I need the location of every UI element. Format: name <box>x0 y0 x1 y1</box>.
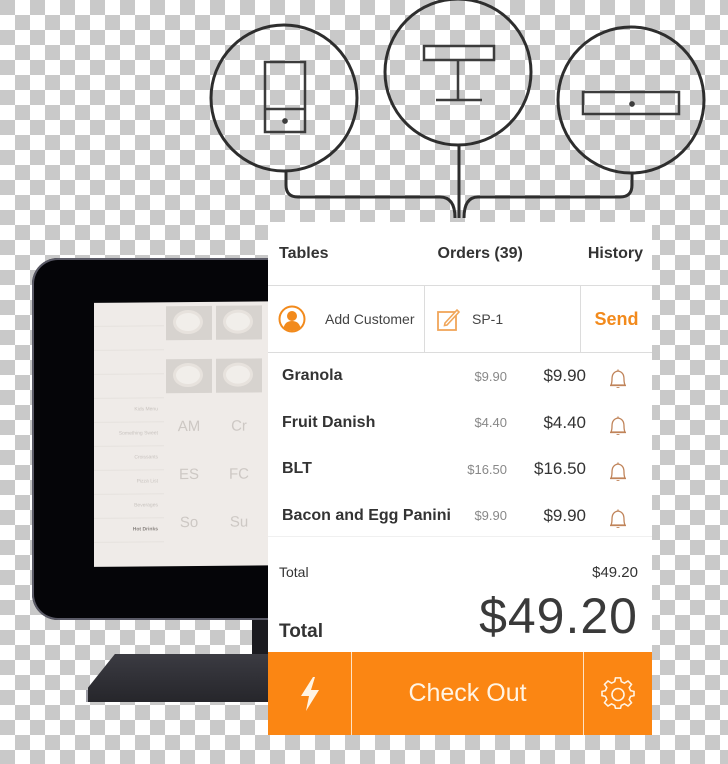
item-name: BLT <box>282 460 312 478</box>
bell-icon[interactable] <box>607 459 629 483</box>
settings-button[interactable] <box>584 652 652 735</box>
add-customer-button[interactable]: Add Customer <box>268 286 425 352</box>
tablet-stand-icon-circle <box>209 23 359 173</box>
item-unit-price: $4.40 <box>474 415 507 431</box>
category-item[interactable] <box>94 350 164 375</box>
order-reference-label: SP-1 <box>472 311 504 327</box>
product-tile[interactable]: Cr <box>216 411 262 459</box>
order-item-row[interactable]: BLT $16.50 $16.50 <box>268 446 652 493</box>
check-out-button[interactable]: Check Out <box>352 652 584 735</box>
user-icon <box>278 305 306 333</box>
product-tile[interactable]: FC <box>216 459 262 507</box>
quick-sale-button[interactable] <box>268 652 352 735</box>
top-nav: Tables Orders (39) History <box>268 222 652 286</box>
item-unit-price: $9.90 <box>474 368 507 384</box>
pos-order-panel: Tables Orders (39) History Add Customer … <box>268 222 652 652</box>
category-list: Kids Menu Something Sweet Croissants Piz… <box>94 302 164 567</box>
product-photo-tile[interactable] <box>166 358 212 394</box>
order-items-list: Granola $9.90 $9.90 Fruit Danish $4.40 $… <box>268 353 652 537</box>
edit-note-icon <box>437 308 461 331</box>
bell-icon[interactable] <box>607 366 629 390</box>
item-unit-price: $16.50 <box>467 461 507 477</box>
item-unit-price: $9.90 <box>474 508 507 524</box>
hardware-diagram <box>209 0 706 219</box>
item-name: Granola <box>282 367 343 385</box>
category-item[interactable]: Something Sweet <box>94 422 164 447</box>
tablet-stand-icon <box>263 60 307 134</box>
send-button[interactable]: Send <box>581 286 652 352</box>
table-terminal-icon <box>422 44 496 102</box>
category-item-active[interactable]: Hot Drinks <box>94 518 164 543</box>
product-tile[interactable]: ES <box>166 460 212 508</box>
bell-icon[interactable] <box>607 413 629 437</box>
order-item-row[interactable]: Granola $9.90 $9.90 <box>268 353 652 400</box>
grand-total-value: $49.20 <box>479 588 638 644</box>
order-totals: Total $49.20 Total $49.20 <box>268 537 652 652</box>
category-item[interactable]: Kids Menu <box>94 398 164 423</box>
category-item[interactable]: Beverages <box>94 494 164 519</box>
tab-tables[interactable]: Tables <box>279 245 329 263</box>
order-item-row[interactable]: Fruit Danish $4.40 $4.40 <box>268 400 652 447</box>
item-name: Bacon and Egg Panini <box>282 506 451 524</box>
product-photo-tile[interactable] <box>216 305 262 340</box>
item-name: Fruit Danish <box>282 413 376 431</box>
category-item[interactable]: Croissants <box>94 446 164 471</box>
category-item[interactable] <box>94 326 164 351</box>
bell-icon[interactable] <box>607 506 629 530</box>
order-reference-button[interactable]: SP-1 <box>425 286 581 352</box>
product-tile[interactable]: AM <box>166 412 212 460</box>
checkout-bar: Check Out <box>268 652 652 735</box>
subtotal-label: Total <box>279 564 309 580</box>
pos-monitor: Kids Menu Something Sweet Croissants Piz… <box>32 258 294 620</box>
category-item[interactable] <box>94 374 164 399</box>
monitor-screen: Kids Menu Something Sweet Croissants Piz… <box>94 301 294 567</box>
cash-drawer-icon-circle <box>556 25 706 175</box>
gear-icon <box>601 676 635 709</box>
order-actions: Add Customer SP-1 Send <box>268 286 652 353</box>
product-tile[interactable]: Su <box>216 507 262 555</box>
item-total: $9.90 <box>543 366 586 386</box>
item-total: $4.40 <box>543 412 586 432</box>
product-photo-tile[interactable] <box>166 305 212 341</box>
item-total: $9.90 <box>543 505 586 525</box>
tab-history[interactable]: History <box>588 245 643 263</box>
category-item[interactable]: Pizza List <box>94 470 164 495</box>
monitor-stand-base <box>88 654 280 702</box>
add-customer-label: Add Customer <box>325 311 415 327</box>
order-item-row[interactable]: Bacon and Egg Panini $9.90 $9.90 <box>268 493 652 540</box>
category-item[interactable] <box>94 302 164 327</box>
product-photo-tile[interactable] <box>216 358 262 393</box>
lightning-icon <box>300 676 319 711</box>
product-tile[interactable]: So <box>166 508 212 556</box>
tab-orders[interactable]: Orders (39) <box>438 245 523 263</box>
grand-total-label: Total <box>279 621 323 642</box>
item-total: $16.50 <box>534 459 586 479</box>
cash-drawer-icon <box>581 90 681 116</box>
subtotal-value: $49.20 <box>592 564 638 581</box>
